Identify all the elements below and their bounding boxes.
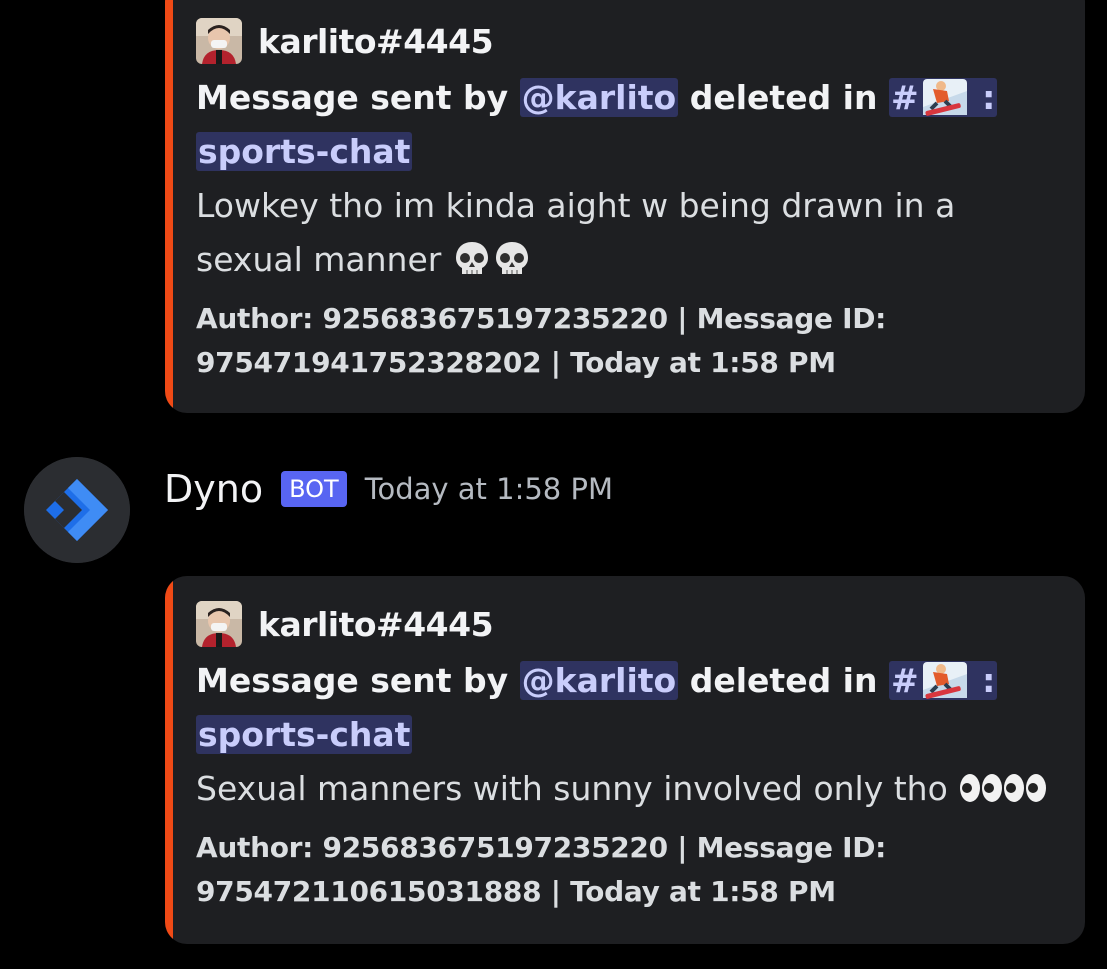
message-timestamp: Today at 1:58 PM [364, 472, 613, 506]
desc-mid: deleted in [678, 78, 889, 117]
chat-view: karlito#4445 Message sent by @karlito de… [0, 0, 1107, 969]
skull-icon [492, 239, 532, 279]
author-avatar[interactable] [196, 601, 242, 647]
eyes-icon [958, 768, 1048, 808]
channel-link-name[interactable]: sports-chat [196, 715, 413, 754]
author-name[interactable]: karlito#4445 [258, 22, 494, 61]
deleted-message-text: Lowkey tho im kinda aight w being drawn … [196, 186, 956, 225]
bot-username[interactable]: Dyno [164, 467, 263, 511]
desc-prefix: Message sent by [196, 661, 520, 700]
deleted-message-text-cont: sexual manner [196, 240, 452, 279]
snowboarder-icon [919, 660, 971, 700]
desc-prefix: Message sent by [196, 78, 520, 117]
channel-link-hash[interactable]: # : [888, 77, 998, 117]
channel-colon: : [970, 78, 996, 117]
embed-color-bar [165, 0, 173, 413]
footer-line-1: Author: 925683675197235220 | Message ID: [196, 831, 887, 864]
bot-message-header: Dyno BOT Today at 1:58 PM [24, 457, 1107, 567]
desc-mid: deleted in [678, 661, 889, 700]
dyno-diamond-icon [24, 457, 130, 563]
user-mention[interactable]: @karlito [519, 78, 679, 117]
channel-hash: # [890, 661, 919, 700]
embed-footer: Author: 925683675197235220 | Message ID:… [196, 826, 1055, 914]
dyno-avatar[interactable] [24, 457, 130, 563]
embed-description: Message sent by @karlito deleted in # : … [196, 71, 1055, 287]
snowboarder-icon [919, 77, 971, 117]
user-mention[interactable]: @karlito [519, 661, 679, 700]
embed-color-bar [165, 576, 173, 944]
embed-author[interactable]: karlito#4445 [196, 600, 1055, 648]
channel-link-name[interactable]: sports-chat [196, 132, 413, 171]
author-avatar[interactable] [196, 18, 242, 64]
deleted-message-text: Sexual manners with sunny involved only … [196, 769, 959, 808]
footer-line-2: 975471941752328202 | Today at 1:58 PM [196, 346, 836, 379]
deleted-message-embed: karlito#4445 Message sent by @karlito de… [165, 0, 1085, 413]
footer-line-1: Author: 925683675197235220 | Message ID: [196, 302, 887, 335]
channel-link-hash[interactable]: # : [888, 660, 998, 700]
skull-icon [452, 239, 492, 279]
footer-line-2: 975472110615031888 | Today at 1:58 PM [196, 875, 836, 908]
deleted-message-embed: karlito#4445 Message sent by @karlito de… [165, 576, 1085, 944]
bot-badge: BOT [281, 471, 347, 507]
channel-hash: # [890, 78, 919, 117]
embed-author[interactable]: karlito#4445 [196, 17, 1055, 65]
channel-colon: : [970, 661, 996, 700]
author-name[interactable]: karlito#4445 [258, 605, 494, 644]
embed-footer: Author: 925683675197235220 | Message ID:… [196, 297, 1055, 385]
embed-description: Message sent by @karlito deleted in # : … [196, 654, 1055, 816]
